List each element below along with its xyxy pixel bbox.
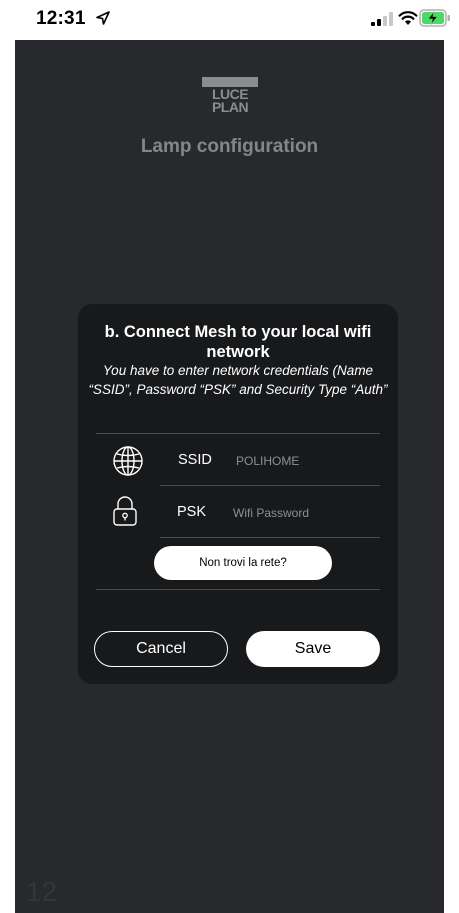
divider-psk xyxy=(160,537,380,538)
cancel-button[interactable]: Cancel xyxy=(94,631,228,667)
divider-top xyxy=(96,433,380,434)
psk-input[interactable] xyxy=(233,504,363,522)
divider-ssid xyxy=(160,485,380,486)
divider-bottom xyxy=(96,589,380,590)
cellular-signal-icon xyxy=(371,12,393,26)
wifi-icon xyxy=(398,11,418,25)
luceplan-logo: LUCE PLAN xyxy=(202,77,258,117)
page-number: 12 xyxy=(26,876,58,907)
psk-label: PSK xyxy=(177,504,207,520)
page-title: Lamp configuration xyxy=(140,136,319,157)
battery-charging-icon xyxy=(419,9,450,27)
network-help-button[interactable]: Non trovi la rete? xyxy=(154,546,332,580)
ssid-label: SSID xyxy=(178,452,212,468)
save-button[interactable]: Save xyxy=(246,631,380,667)
dialog-description: You have to enter network credentials (N… xyxy=(88,363,388,397)
status-bar: 12:31 xyxy=(0,0,459,40)
ssid-input[interactable] xyxy=(236,452,366,470)
wifi-config-dialog: b. Connect Mesh to your local wifi netwo… xyxy=(78,304,398,684)
lock-icon xyxy=(113,496,137,526)
status-time: 12:31 xyxy=(36,8,86,29)
logo-line-2: PLAN xyxy=(211,99,249,115)
dialog-title: b. Connect Mesh to your local wifi netwo… xyxy=(104,323,372,361)
location-arrow-icon xyxy=(96,11,110,25)
globe-icon xyxy=(113,446,143,476)
